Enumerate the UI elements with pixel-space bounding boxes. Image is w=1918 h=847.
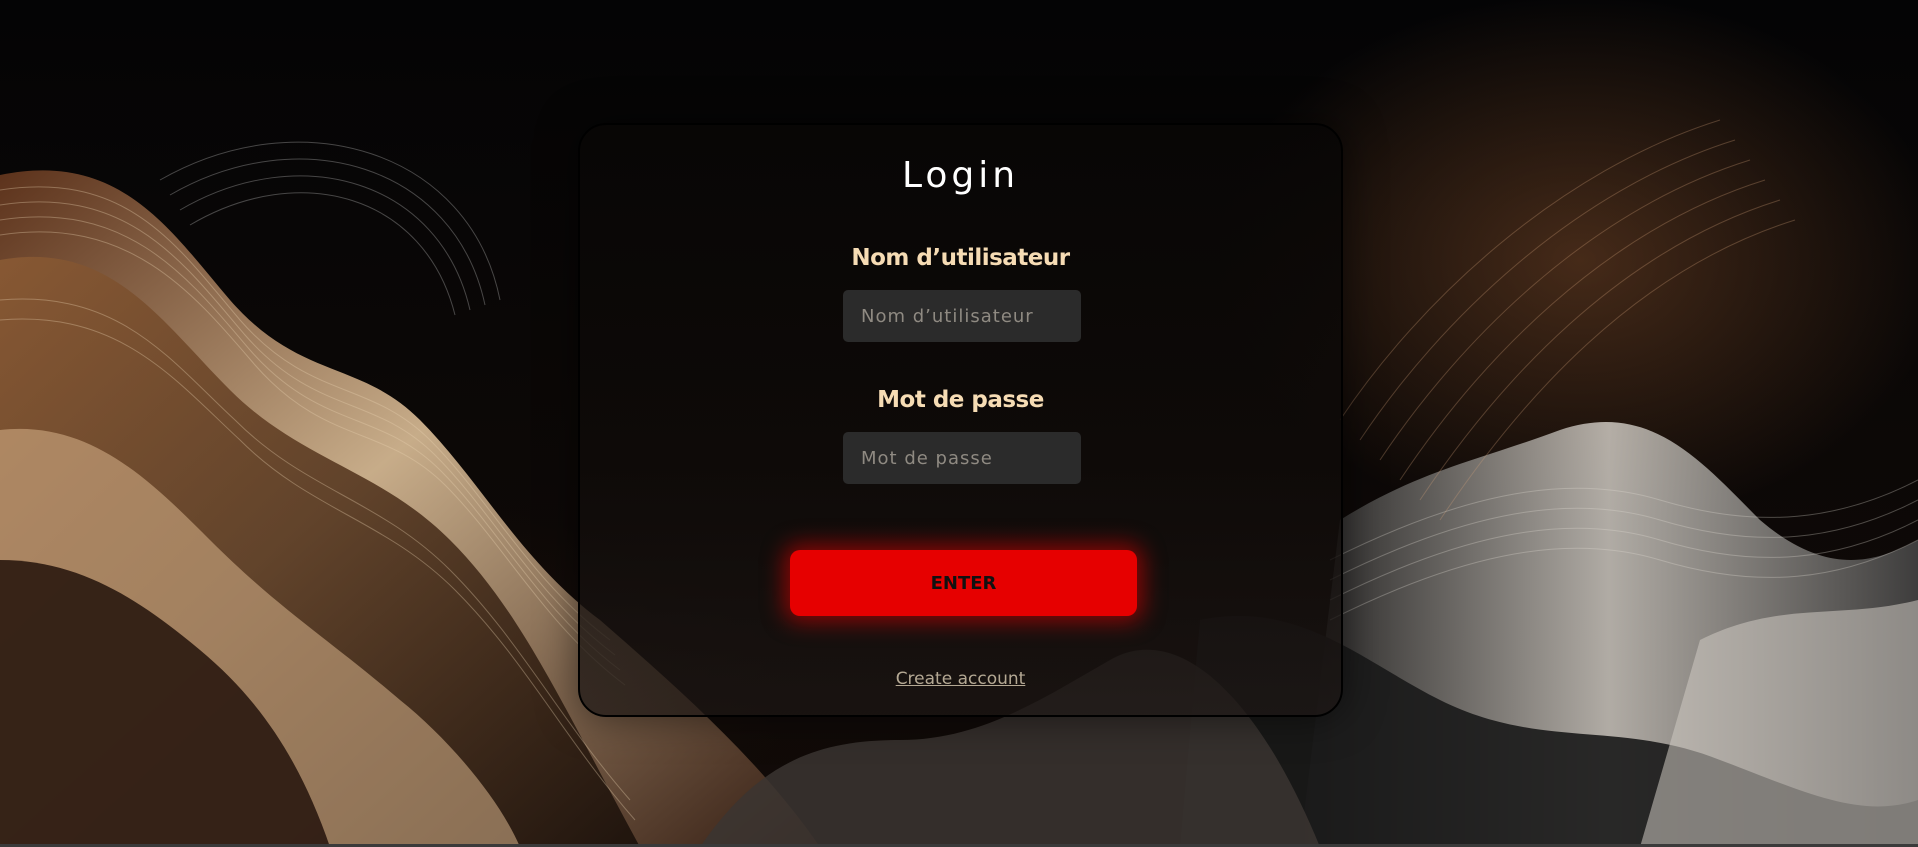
enter-button[interactable]: ENTER [790, 550, 1137, 616]
password-input[interactable] [843, 432, 1081, 484]
login-card: Login Nom d’utilisateur Mot de passe ENT… [578, 123, 1343, 717]
username-input[interactable] [843, 290, 1081, 342]
login-title: Login [901, 155, 1020, 196]
password-label: Mot de passe [877, 387, 1044, 413]
login-page: Login Nom d’utilisateur Mot de passe ENT… [0, 0, 1918, 847]
create-account-container: Create account [580, 669, 1341, 689]
create-account-link[interactable]: Create account [896, 669, 1026, 689]
username-label: Nom d’utilisateur [851, 245, 1070, 271]
